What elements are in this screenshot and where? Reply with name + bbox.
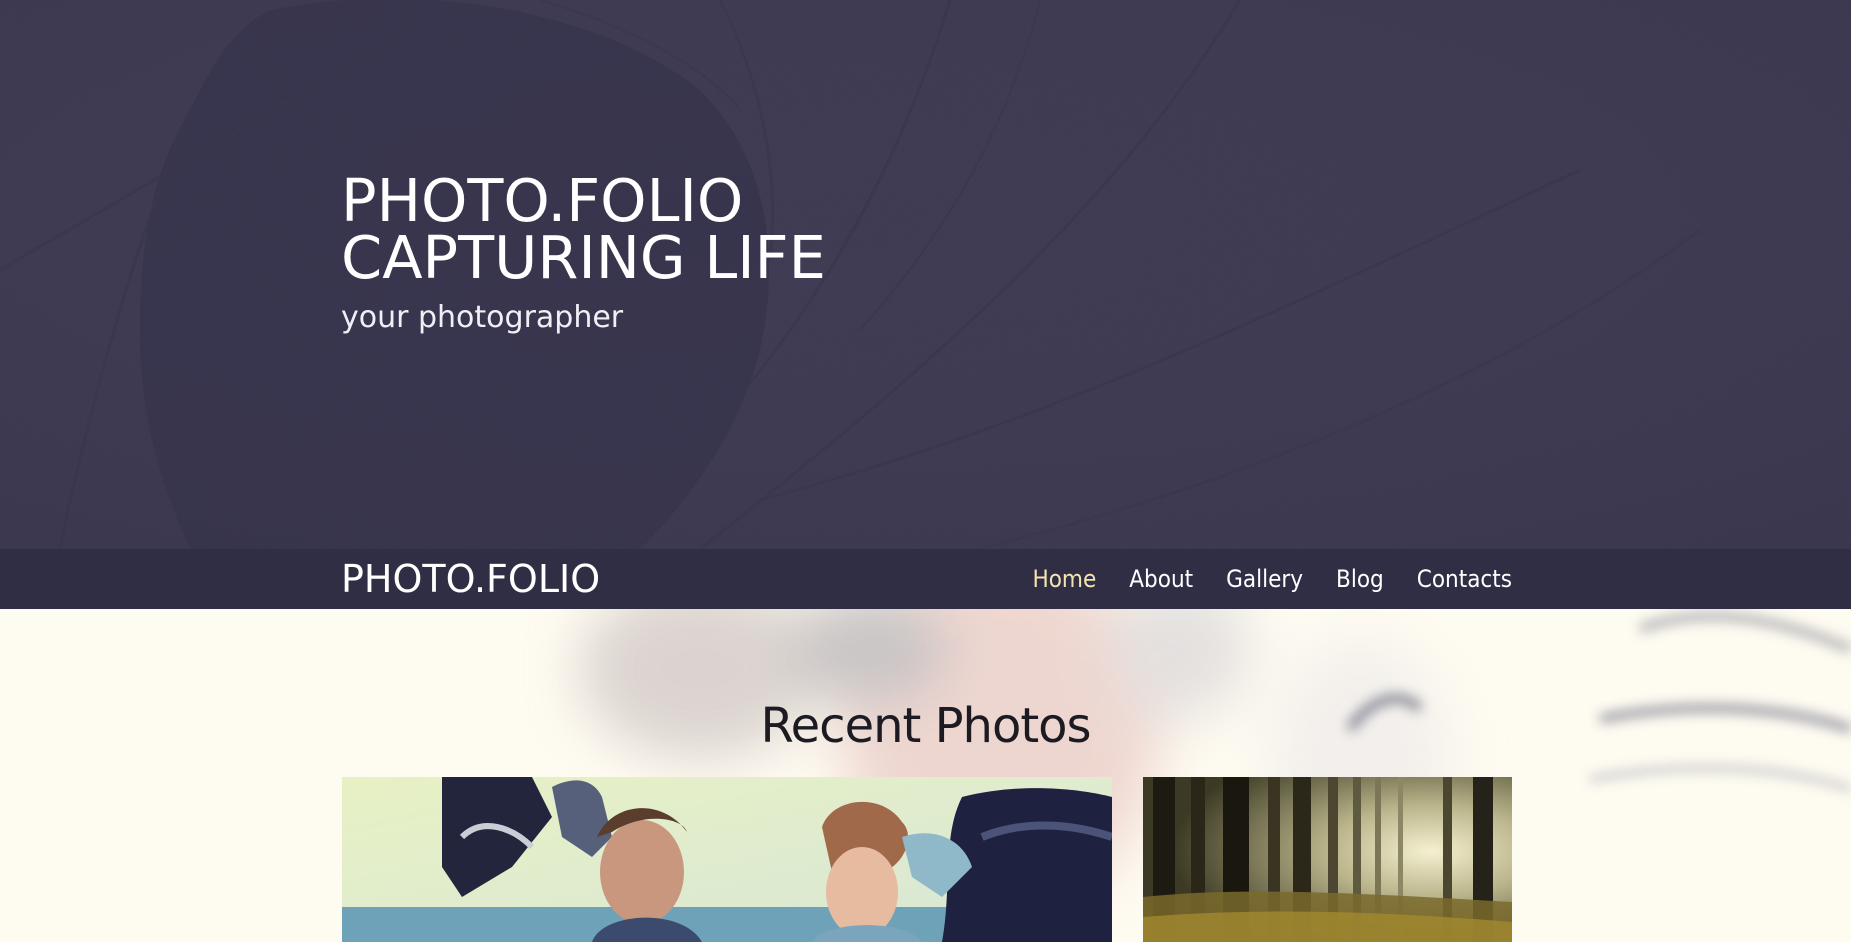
main-navbar: PHOTO.FOLIO Home About Gallery Blog Cont… (0, 549, 1851, 609)
hero-banner: PHOTO.FOLIO CAPTURING LIFE your photogra… (0, 0, 1851, 549)
hero-title-line-2: CAPTURING LIFE (341, 223, 826, 292)
section-title: Recent Photos (760, 698, 1091, 754)
nav-link-gallery[interactable]: Gallery (1226, 564, 1303, 594)
brand-logo-link[interactable]: PHOTO.FOLIO (341, 557, 600, 601)
hero-subtitle: your photographer (341, 300, 624, 335)
hero-title-line-1: PHOTO.FOLIO (341, 166, 744, 235)
nav-link-home[interactable]: Home (1032, 564, 1096, 594)
photo-thumbnail-couple[interactable] (342, 777, 1112, 942)
nav-links: Home About Gallery Blog Contacts (999, 564, 1512, 594)
nav-link-blog[interactable]: Blog (1336, 564, 1384, 594)
nav-link-about[interactable]: About (1129, 564, 1193, 594)
recent-photos-section: Recent Photos (0, 609, 1851, 942)
camera-aperture-icon (0, 0, 1851, 549)
hero-text-block: PHOTO.FOLIO CAPTURING LIFE your photogra… (341, 166, 826, 335)
photo-thumbnail-forest[interactable] (1143, 777, 1512, 942)
hero-title: PHOTO.FOLIO CAPTURING LIFE (341, 166, 826, 292)
couple-motorcycle-photo (342, 777, 1112, 942)
nav-link-contacts[interactable]: Contacts (1417, 564, 1512, 594)
forest-sunlight-photo (1143, 777, 1512, 942)
